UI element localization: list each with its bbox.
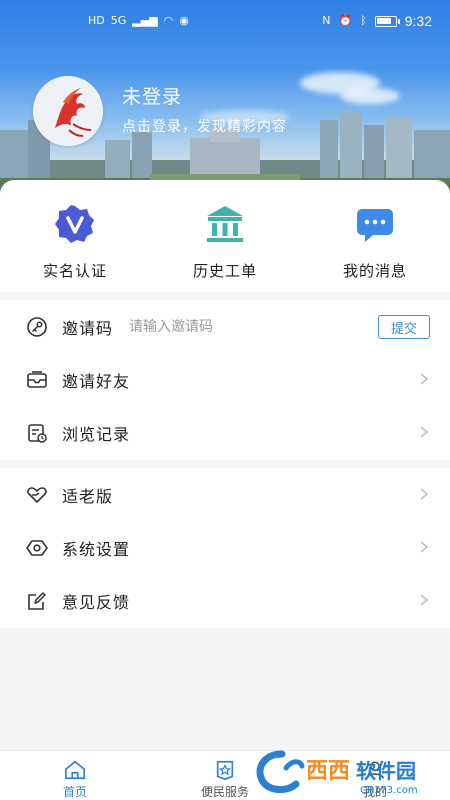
menu-item-label: 适老版 <box>62 486 114 506</box>
menu-item-label: 系统设置 <box>62 539 131 559</box>
menu-item-feedback[interactable]: 意见反馈 <box>0 574 450 627</box>
invite-code-row: 邀请码 提交 <box>0 300 450 353</box>
chevron-right-icon <box>420 488 429 500</box>
alarm-icon: ⏰ <box>338 14 353 27</box>
menu-item-label: 意见反馈 <box>62 592 131 612</box>
chevron-right-icon <box>420 426 429 438</box>
settings-hex-icon <box>26 537 48 559</box>
quick-actions-card: 实名认证 历史工单 我的消息 <box>0 180 450 292</box>
quick-action-real-name[interactable]: 实名认证 <box>0 180 150 292</box>
tab-label: 便民服务 <box>200 785 249 799</box>
envelope-icon <box>26 369 48 391</box>
nfc-icon: N <box>322 14 331 27</box>
edit-feedback-icon <box>26 590 48 612</box>
bluetooth-icon: ᛒ <box>360 14 367 27</box>
tab-label: 首页 <box>62 785 87 799</box>
status-bar: HD 5G ▂▄▆ ◠ ◉ N ⏰ ᛒ 9:32 <box>0 0 450 44</box>
login-prompt[interactable]: 点击登录，发现精彩内容 <box>122 116 287 136</box>
quick-action-label: 我的消息 <box>342 262 407 280</box>
menu-item-browse-history[interactable]: 浏览记录 <box>0 406 450 459</box>
home-icon <box>65 760 85 780</box>
service-star-icon <box>216 760 234 780</box>
quick-action-label: 实名认证 <box>42 262 107 280</box>
wifi-icon: ◠ <box>163 14 174 27</box>
bank-building-icon <box>203 202 247 246</box>
history-record-icon <box>26 422 48 444</box>
verified-badge-icon <box>53 202 97 246</box>
battery-icon <box>374 15 400 27</box>
menu-section-invite: 邀请码 提交 邀请好友 浏览记录 <box>0 300 450 460</box>
submit-button[interactable]: 提交 <box>378 315 430 339</box>
status-time: 9:32 <box>404 13 432 29</box>
menu-section-settings: 适老版 系统设置 意见反馈 <box>0 468 450 628</box>
menu-item-label: 邀请好友 <box>62 371 131 391</box>
login-status-title[interactable]: 未登录 <box>122 82 182 109</box>
menu-item-invite-friends[interactable]: 邀请好友 <box>0 353 450 406</box>
invite-code-input[interactable] <box>129 318 340 335</box>
chat-bubble-icon <box>353 202 397 246</box>
watermark-brand: 西西 <box>306 759 350 784</box>
signal-icon: ▂▄▆ <box>132 14 158 27</box>
chevron-right-icon <box>420 541 429 553</box>
chevron-right-icon <box>420 594 429 606</box>
menu-item-system-settings[interactable]: 系统设置 <box>0 521 450 574</box>
watermark-domain: CR173.com <box>360 785 418 796</box>
chevron-right-icon <box>420 373 429 385</box>
menu-item-elderly-mode[interactable]: 适老版 <box>0 468 450 521</box>
network-label: 5G <box>110 14 127 27</box>
key-icon <box>26 316 48 338</box>
invite-code-label: 邀请码 <box>62 318 114 338</box>
profile-header: HD 5G ▂▄▆ ◠ ◉ N ⏰ ᛒ 9:32 未登录 点击登录，发现精彩内容 <box>0 0 450 200</box>
cr173-watermark-logo: 西西 软件园 CR173.com <box>256 750 418 796</box>
menu-item-label: 浏览记录 <box>62 424 131 444</box>
avatar[interactable] <box>33 76 103 146</box>
heart-hands-icon <box>26 484 48 506</box>
quick-action-messages[interactable]: 我的消息 <box>300 180 450 292</box>
watermark-brand-suffix: 软件园 <box>356 759 416 783</box>
tab-home[interactable]: 首页 <box>0 751 150 800</box>
quick-action-history-orders[interactable]: 历史工单 <box>150 180 300 292</box>
hd-icon: HD <box>88 14 105 27</box>
eye-icon: ◉ <box>179 14 189 27</box>
phoenix-logo-icon <box>33 76 103 146</box>
quick-action-label: 历史工单 <box>192 262 257 280</box>
